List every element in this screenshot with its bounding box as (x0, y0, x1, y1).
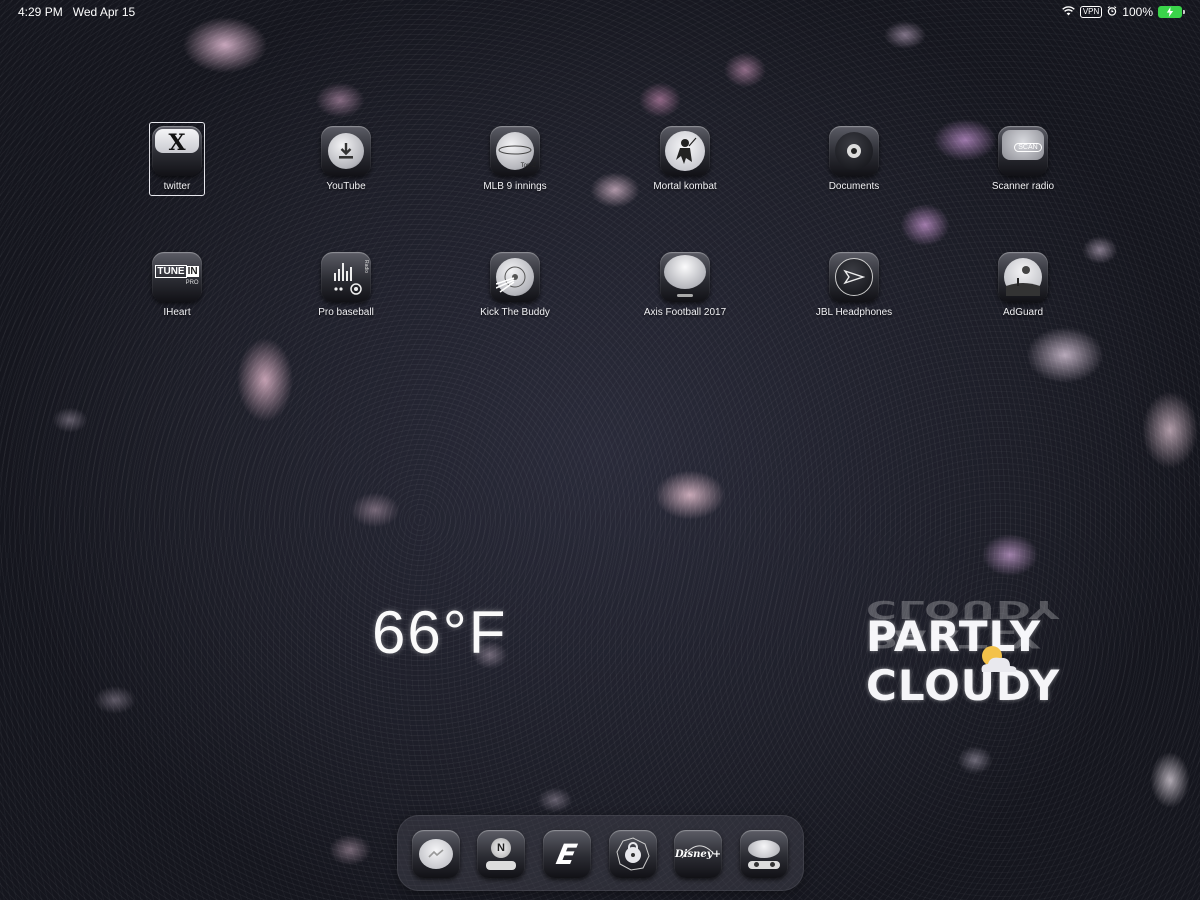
disc-icon (490, 252, 540, 302)
send-arrow-icon (829, 252, 879, 302)
app-label: Mortal kombat (653, 181, 717, 192)
app-label: twitter (163, 181, 191, 192)
disney-plus-icon[interactable]: Disney+ (674, 830, 722, 878)
charging-bolt-icon (1166, 7, 1174, 17)
pdf-scan-icon: SCAN (998, 126, 1048, 176)
messenger-icon[interactable] (412, 830, 460, 878)
app-pro-baseball[interactable]: Radio Pro baseball (291, 252, 401, 318)
app-label: YouTube (326, 181, 366, 192)
download-icon (321, 126, 371, 176)
moon-landscape-icon (998, 252, 1048, 302)
status-bar: 4:29 PM Wed Apr 15 VPN 100% (0, 0, 1200, 24)
planet-icon: Top-Z (490, 126, 540, 176)
status-time: 4:29 PM (18, 5, 63, 19)
alarm-icon (1107, 5, 1117, 19)
app-iheart[interactable]: TUNE IN PRO IHeart (122, 252, 232, 318)
speaker-icon (829, 126, 879, 176)
temperature-widget[interactable]: 66°F (372, 598, 507, 667)
app-twitter[interactable]: X twitter (122, 126, 232, 192)
tunein-icon: TUNE IN PRO (152, 252, 202, 302)
app-mortal-kombat[interactable]: Mortal kombat (630, 126, 740, 192)
app-label: MLB 9 innings (483, 181, 547, 192)
lock-icon[interactable] (609, 830, 657, 878)
battery-icon (1158, 6, 1185, 18)
wifi-icon (1062, 5, 1075, 19)
espn-e-icon[interactable]: E (543, 830, 591, 878)
partly-cloudy-icon (981, 646, 1017, 672)
app-label: Axis Football 2017 (643, 307, 727, 318)
sphere-icon (660, 252, 710, 302)
warrior-icon (660, 126, 710, 176)
x-logo-icon: X (152, 126, 202, 176)
app-axis-football-2017[interactable]: Axis Football 2017 (630, 252, 740, 318)
n-radio-icon[interactable]: N (477, 830, 525, 878)
weather-condition-reflection: PARTLY CLOUDY (866, 595, 1061, 654)
app-label: Pro baseball (318, 307, 374, 318)
app-label: IHeart (163, 307, 191, 318)
status-date: Wed Apr 15 (72, 5, 136, 19)
retro-radio-icon[interactable] (740, 830, 788, 878)
app-youtube[interactable]: YouTube (291, 126, 401, 192)
app-label: JBL Headphones (815, 307, 893, 318)
app-label: Kick The Buddy (480, 307, 550, 318)
radio-equalizer-icon: Radio (321, 252, 371, 302)
app-documents[interactable]: Documents (799, 126, 909, 192)
app-label: Documents (828, 181, 880, 192)
app-scanner-radio[interactable]: SCAN Scanner radio (968, 126, 1078, 192)
app-adguard[interactable]: AdGuard (968, 252, 1078, 318)
vpn-badge: VPN (1079, 6, 1103, 18)
app-kick-the-buddy[interactable]: Kick The Buddy (460, 252, 570, 318)
app-mlb-9-innings[interactable]: Top-Z MLB 9 innings (460, 126, 570, 192)
app-label: Scanner radio (991, 181, 1055, 192)
app-jbl-headphones[interactable]: JBL Headphones (799, 252, 909, 318)
app-label: AdGuard (1002, 307, 1044, 318)
battery-percent: 100% (1122, 5, 1153, 19)
